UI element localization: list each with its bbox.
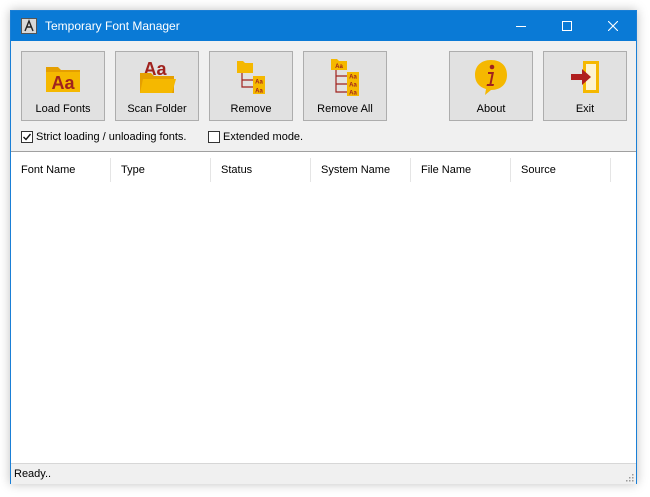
extended-mode-label: Extended mode.	[223, 131, 304, 143]
about-button[interactable]: About	[449, 51, 533, 121]
close-icon	[608, 21, 618, 31]
remove-all-label: Remove All	[317, 103, 373, 115]
toolbar: Aa Load Fonts Aa Scan Folder Aa Aa Remov…	[11, 41, 636, 153]
svg-text:Aa: Aa	[51, 73, 75, 93]
remove-label: Remove	[230, 103, 272, 115]
svg-text:Aa: Aa	[335, 64, 343, 70]
maximize-button[interactable]	[544, 11, 590, 41]
maximize-icon	[562, 21, 572, 31]
column-header-type[interactable]: Type	[111, 158, 211, 182]
strict-loading-label: Strict loading / unloading fonts.	[36, 131, 187, 143]
minimize-icon	[516, 26, 526, 27]
window-title: Temporary Font Manager	[45, 19, 180, 33]
column-header-system-name[interactable]: System Name	[311, 158, 411, 182]
scan-folder-icon: Aa	[140, 59, 176, 93]
close-button[interactable]	[590, 11, 636, 41]
about-icon	[475, 60, 507, 95]
scan-folder-button[interactable]: Aa Scan Folder	[115, 51, 199, 121]
load-fonts-button[interactable]: Aa Load Fonts	[21, 51, 105, 121]
strict-loading-checkbox[interactable]: Strict loading / unloading fonts.	[21, 131, 186, 143]
minimize-button[interactable]	[498, 11, 544, 41]
strict-loading-checkbox-box[interactable]	[21, 131, 33, 143]
remove-all-button[interactable]: Aa Aa Aa Aa Remove All	[303, 51, 387, 121]
column-header-status[interactable]: Status	[211, 158, 311, 182]
column-header-font-name[interactable]: Font Name	[11, 158, 111, 182]
extended-mode-checkbox-box[interactable]	[208, 131, 220, 143]
checkmark-icon	[23, 133, 32, 141]
status-bar: Ready..	[11, 463, 636, 484]
exit-label: Exit	[575, 103, 595, 115]
column-header-source[interactable]: Source	[511, 158, 611, 182]
about-label: About	[476, 103, 506, 115]
exit-button[interactable]: Exit	[543, 51, 627, 121]
svg-text:Aa: Aa	[255, 89, 263, 95]
main-window: Temporary Font Manager Aa Load Fonts Aa …	[10, 10, 637, 484]
remove-all-icon: Aa Aa Aa Aa	[331, 59, 359, 97]
extended-mode-checkbox[interactable]: Extended mode.	[208, 131, 303, 143]
load-fonts-icon: Aa	[46, 67, 80, 93]
resize-grip-icon[interactable]	[624, 472, 634, 482]
svg-text:Aa: Aa	[255, 80, 263, 86]
svg-text:Aa: Aa	[349, 91, 357, 97]
svg-text:Aa: Aa	[349, 83, 357, 89]
load-fonts-label: Load Fonts	[35, 103, 91, 115]
list-header: Font Name Type Status System Name File N…	[11, 152, 636, 188]
remove-button[interactable]: Aa Aa Remove	[209, 51, 293, 121]
title-bar[interactable]: Temporary Font Manager	[11, 11, 636, 41]
svg-text:Aa: Aa	[349, 75, 357, 81]
font-list[interactable]: Font Name Type Status System Name File N…	[11, 151, 636, 463]
column-header-file-name[interactable]: File Name	[411, 158, 511, 182]
remove-icon: Aa Aa	[237, 61, 265, 95]
app-icon	[21, 18, 37, 34]
status-text: Ready..	[14, 468, 52, 480]
exit-icon	[571, 61, 599, 93]
scan-folder-label: Scan Folder	[127, 103, 187, 115]
